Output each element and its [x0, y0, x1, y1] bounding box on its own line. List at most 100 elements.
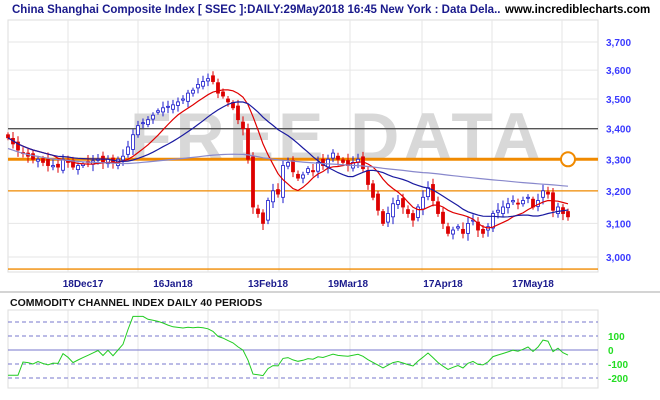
chart-window: China Shanghai Composite Index [ SSEC ]:… — [0, 0, 660, 400]
cci-indicator: 100 0 -100 -200 — [8, 315, 628, 385]
candle-body — [256, 208, 260, 214]
candle-body — [406, 209, 410, 214]
candle-body — [391, 203, 395, 218]
candle-body — [546, 191, 550, 195]
candle-body — [371, 183, 375, 198]
candle-body — [271, 190, 275, 203]
candle-body — [151, 114, 155, 120]
candle-body — [466, 223, 470, 234]
candle-body — [381, 211, 385, 224]
price-tick-label: 3,600 — [606, 66, 631, 77]
candle-body — [501, 206, 505, 214]
candle-body — [31, 153, 35, 160]
candle-body — [541, 190, 545, 198]
candle-body — [296, 173, 300, 179]
candle-body — [156, 110, 160, 113]
cci-tick-label: -200 — [608, 374, 628, 385]
price-tick-label: 3,700 — [606, 38, 631, 49]
candle-body — [566, 211, 570, 218]
candle-body — [261, 212, 265, 224]
date-tick-label: 13Feb18 — [248, 279, 288, 290]
candle-body — [176, 101, 180, 106]
candle-body — [401, 198, 405, 208]
candle-body — [241, 121, 245, 130]
date-tick-label: 17Apr18 — [423, 279, 463, 290]
candle-body — [331, 152, 335, 159]
candle-body — [136, 125, 140, 136]
candle-body — [161, 107, 165, 113]
candle-body — [141, 122, 145, 125]
candle-body — [341, 159, 345, 163]
date-axis: 18Dec17 16Jan18 13Feb18 19Mar18 17Apr18 17May… — [63, 279, 555, 290]
candle-body — [336, 155, 340, 160]
chart-title: China Shanghai Composite Index [ SSEC ]:… — [12, 4, 500, 16]
candle-body — [236, 105, 240, 121]
date-tick-label: 19Mar18 — [328, 279, 368, 290]
price-axis: 3,700 3,600 3,500 3,400 3,300 3,200 3,100 3,000 — [606, 38, 631, 264]
candle-body — [461, 228, 465, 234]
candle-body — [226, 98, 230, 103]
candle-body — [61, 158, 65, 171]
candle-body — [211, 75, 215, 82]
candle-body — [51, 165, 55, 168]
candle-body — [181, 98, 185, 101]
price-tick-label: 3,300 — [606, 155, 631, 166]
cci-tick-label: 100 — [608, 332, 625, 343]
candle-body — [506, 203, 510, 209]
candle-body — [411, 213, 415, 221]
candle-body — [56, 163, 60, 168]
price-tick-label: 3,000 — [606, 253, 631, 264]
candle-body — [186, 92, 190, 102]
price-tick-label: 3,200 — [606, 187, 631, 198]
candle-body — [386, 213, 390, 223]
price-tick-label: 3,400 — [606, 125, 631, 136]
candle-body — [41, 158, 45, 163]
candle-body — [521, 200, 525, 205]
price-tick-label: 3,100 — [606, 219, 631, 230]
chart-svg: China Shanghai Composite Index [ SSEC ]:… — [0, 4, 660, 389]
candle-body — [511, 200, 515, 203]
site-name[interactable]: www.incrediblecharts.com — [504, 4, 650, 16]
candle-body — [366, 170, 370, 185]
price-tick-label: 3,500 — [606, 95, 631, 106]
candle-body — [171, 104, 175, 110]
candle-body — [6, 134, 10, 139]
candle-body — [201, 81, 205, 87]
candle-body — [516, 202, 520, 205]
candle-body — [551, 192, 555, 211]
candle-body — [446, 226, 450, 234]
candle-body — [191, 89, 195, 94]
candle-body — [421, 196, 425, 210]
cci-tick-label: -100 — [608, 360, 628, 371]
candle-body — [251, 156, 255, 208]
candle-body — [196, 84, 200, 89]
candle-body — [456, 226, 460, 229]
candle-body — [126, 146, 130, 155]
candle-body — [276, 189, 280, 195]
candle-body — [311, 170, 315, 173]
date-tick-label: 17May18 — [512, 279, 554, 290]
cci-tick-label: 0 — [608, 346, 614, 357]
candle-body — [46, 158, 50, 166]
cci-line — [8, 315, 569, 377]
candle-body — [36, 158, 40, 162]
candle-body — [556, 206, 560, 214]
candle-body — [121, 155, 125, 161]
candle-body — [146, 119, 150, 125]
date-tick-label: 18Dec17 — [63, 279, 104, 290]
candle-body — [431, 184, 435, 201]
candle-body — [266, 200, 270, 221]
candle-body — [301, 174, 305, 179]
candle-body — [286, 162, 290, 167]
candle-body — [396, 200, 400, 205]
candle-body — [221, 91, 225, 97]
candle-body — [376, 193, 380, 211]
candle-body — [76, 165, 80, 171]
candle-body — [526, 196, 530, 199]
candle-body — [206, 78, 210, 82]
candle-body — [496, 209, 500, 213]
candle-body — [306, 168, 310, 173]
candle-body — [441, 211, 445, 224]
candle-body — [166, 105, 170, 108]
candle-body — [451, 229, 455, 235]
